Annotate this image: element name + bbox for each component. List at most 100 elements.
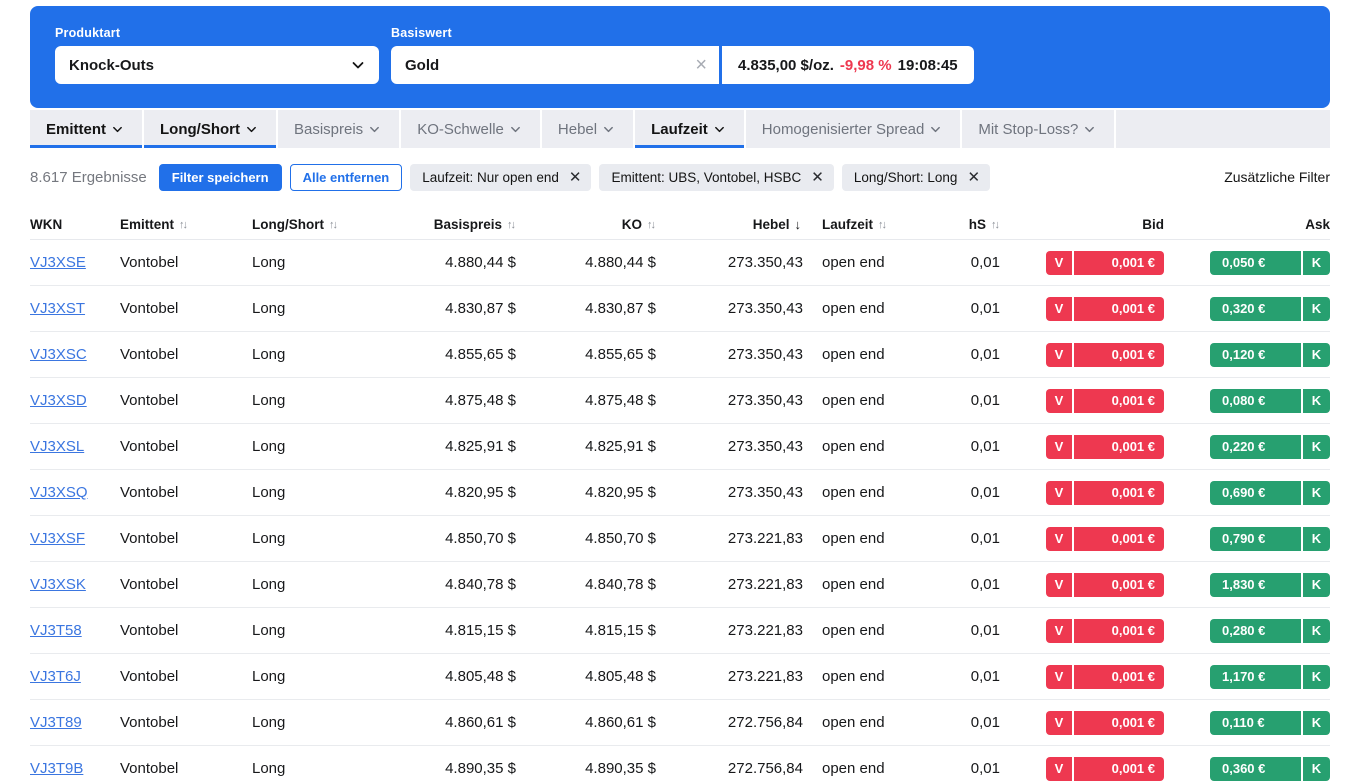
column-header-hs[interactable]: hS↑↓ (943, 217, 1000, 232)
sell-button[interactable]: V (1046, 757, 1072, 781)
filter-tab[interactable]: Hebel (542, 110, 635, 148)
bid-price-badge[interactable]: 0,001 € (1074, 251, 1164, 275)
bid-price-badge[interactable]: 0,001 € (1074, 711, 1164, 735)
bid-price-badge[interactable]: 0,001 € (1074, 757, 1164, 781)
sell-button[interactable]: V (1046, 711, 1072, 735)
column-header-label: Emittent (120, 217, 174, 232)
cell-emittent: Vontobel (120, 254, 252, 271)
wkn-link[interactable]: VJ3T89 (30, 714, 82, 731)
ask-price-badge[interactable]: 0,690 € (1210, 481, 1301, 505)
cell-emittent: Vontobel (120, 530, 252, 547)
bid-price-badge[interactable]: 0,001 € (1074, 573, 1164, 597)
sell-button[interactable]: V (1046, 527, 1072, 551)
sell-button[interactable]: V (1046, 619, 1072, 643)
column-header-laufzeit[interactable]: Laufzeit↑↓ (803, 217, 943, 232)
column-header-ask[interactable]: Ask (1164, 217, 1330, 232)
column-header-emittent[interactable]: Emittent↑↓ (120, 217, 252, 232)
filter-tab[interactable]: Mit Stop-Loss? (962, 110, 1116, 148)
bid-price-badge[interactable]: 0,001 € (1074, 665, 1164, 689)
sell-button[interactable]: V (1046, 389, 1072, 413)
column-header-bid[interactable]: Bid (1000, 217, 1164, 232)
buy-button[interactable]: K (1303, 711, 1330, 735)
ask-price-badge[interactable]: 0,220 € (1210, 435, 1301, 459)
ask-price-badge[interactable]: 0,120 € (1210, 343, 1301, 367)
cell-ko: 4.820,95 $ (516, 484, 656, 501)
ask-price-badge[interactable]: 0,050 € (1210, 251, 1301, 275)
cell-bid: V0,001 € (1000, 757, 1164, 781)
column-header-long_short[interactable]: Long/Short↑↓ (252, 217, 384, 232)
ask-price-badge[interactable]: 0,790 € (1210, 527, 1301, 551)
filter-tab[interactable]: Laufzeit (635, 110, 746, 148)
additional-filters-link[interactable]: Zusätzliche Filter (1224, 169, 1330, 185)
cell-laufzeit: open end (803, 622, 943, 639)
bid-price-badge[interactable]: 0,001 € (1074, 343, 1164, 367)
buy-button[interactable]: K (1303, 389, 1330, 413)
column-header-ko[interactable]: KO↑↓ (516, 217, 656, 232)
column-header-basispreis[interactable]: Basispreis↑↓ (384, 217, 516, 232)
save-filter-button[interactable]: Filter speichern (159, 164, 282, 191)
remove-chip-icon[interactable]: ✕ (967, 170, 980, 185)
filter-chip[interactable]: Emittent: UBS, Vontobel, HSBC✕ (599, 164, 833, 191)
sell-button[interactable]: V (1046, 481, 1072, 505)
bid-price-badge[interactable]: 0,001 € (1074, 389, 1164, 413)
filter-tab[interactable]: Homogenisierter Spread (746, 110, 963, 148)
ask-price-badge[interactable]: 0,320 € (1210, 297, 1301, 321)
wkn-link[interactable]: VJ3XSD (30, 392, 87, 409)
wkn-link[interactable]: VJ3T9B (30, 760, 83, 777)
wkn-link[interactable]: VJ3XSC (30, 346, 87, 363)
buy-button[interactable]: K (1303, 573, 1330, 597)
sell-button[interactable]: V (1046, 297, 1072, 321)
wkn-link[interactable]: VJ3XSE (30, 254, 86, 271)
bid-price-badge[interactable]: 0,001 € (1074, 527, 1164, 551)
wkn-link[interactable]: VJ3XSQ (30, 484, 88, 501)
filter-chip[interactable]: Laufzeit: Nur open end✕ (410, 164, 591, 191)
sell-button[interactable]: V (1046, 573, 1072, 597)
ask-price-badge[interactable]: 0,080 € (1210, 389, 1301, 413)
ask-price-badge[interactable]: 1,830 € (1210, 573, 1301, 597)
buy-button[interactable]: K (1303, 481, 1330, 505)
bid-price-badge[interactable]: 0,001 € (1074, 297, 1164, 321)
column-header-wkn[interactable]: WKN (30, 217, 120, 232)
wkn-link[interactable]: VJ3T58 (30, 622, 82, 639)
clear-all-button[interactable]: Alle entfernen (290, 164, 403, 191)
wkn-link[interactable]: VJ3XSK (30, 576, 86, 593)
ask-price-badge[interactable]: 0,280 € (1210, 619, 1301, 643)
bid-price-badge[interactable]: 0,001 € (1074, 481, 1164, 505)
filter-tab[interactable]: Long/Short (144, 110, 278, 148)
filter-tab[interactable]: KO-Schwelle (401, 110, 542, 148)
remove-chip-icon[interactable]: ✕ (811, 170, 824, 185)
buy-button[interactable]: K (1303, 757, 1330, 781)
sell-button[interactable]: V (1046, 251, 1072, 275)
clear-input-icon[interactable]: × (695, 55, 707, 75)
buy-button[interactable]: K (1303, 435, 1330, 459)
bid-price-badge[interactable]: 0,001 € (1074, 435, 1164, 459)
ask-price-badge[interactable]: 1,170 € (1210, 665, 1301, 689)
wkn-link[interactable]: VJ3XSL (30, 438, 84, 455)
bid-price-badge[interactable]: 0,001 € (1074, 619, 1164, 643)
sell-button[interactable]: V (1046, 435, 1072, 459)
cell-long-short: Long (252, 392, 384, 409)
filter-chip[interactable]: Long/Short: Long✕ (842, 164, 990, 191)
sell-button[interactable]: V (1046, 665, 1072, 689)
buy-button[interactable]: K (1303, 251, 1330, 275)
filter-tab[interactable]: Emittent (30, 110, 144, 148)
buy-button[interactable]: K (1303, 527, 1330, 551)
wkn-link[interactable]: VJ3XSF (30, 530, 85, 547)
buy-button[interactable]: K (1303, 665, 1330, 689)
cell-ask: 0,690 €K (1164, 481, 1330, 505)
ask-price-badge[interactable]: 0,360 € (1210, 757, 1301, 781)
remove-chip-icon[interactable]: ✕ (569, 170, 582, 185)
column-header-hebel[interactable]: Hebel↓ (656, 217, 803, 232)
buy-button[interactable]: K (1303, 297, 1330, 321)
buy-button[interactable]: K (1303, 619, 1330, 643)
buy-button[interactable]: K (1303, 343, 1330, 367)
wkn-link[interactable]: VJ3T6J (30, 668, 81, 685)
produktart-select[interactable]: Knock-Outs (55, 46, 379, 84)
bid-group: V0,001 € (1000, 619, 1164, 643)
filter-tab[interactable]: Basispreis (278, 110, 401, 148)
ask-price-badge[interactable]: 0,110 € (1210, 711, 1301, 735)
basiswert-input[interactable]: Gold × (391, 46, 719, 84)
sell-button[interactable]: V (1046, 343, 1072, 367)
column-header-label: Bid (1142, 217, 1164, 232)
wkn-link[interactable]: VJ3XST (30, 300, 85, 317)
